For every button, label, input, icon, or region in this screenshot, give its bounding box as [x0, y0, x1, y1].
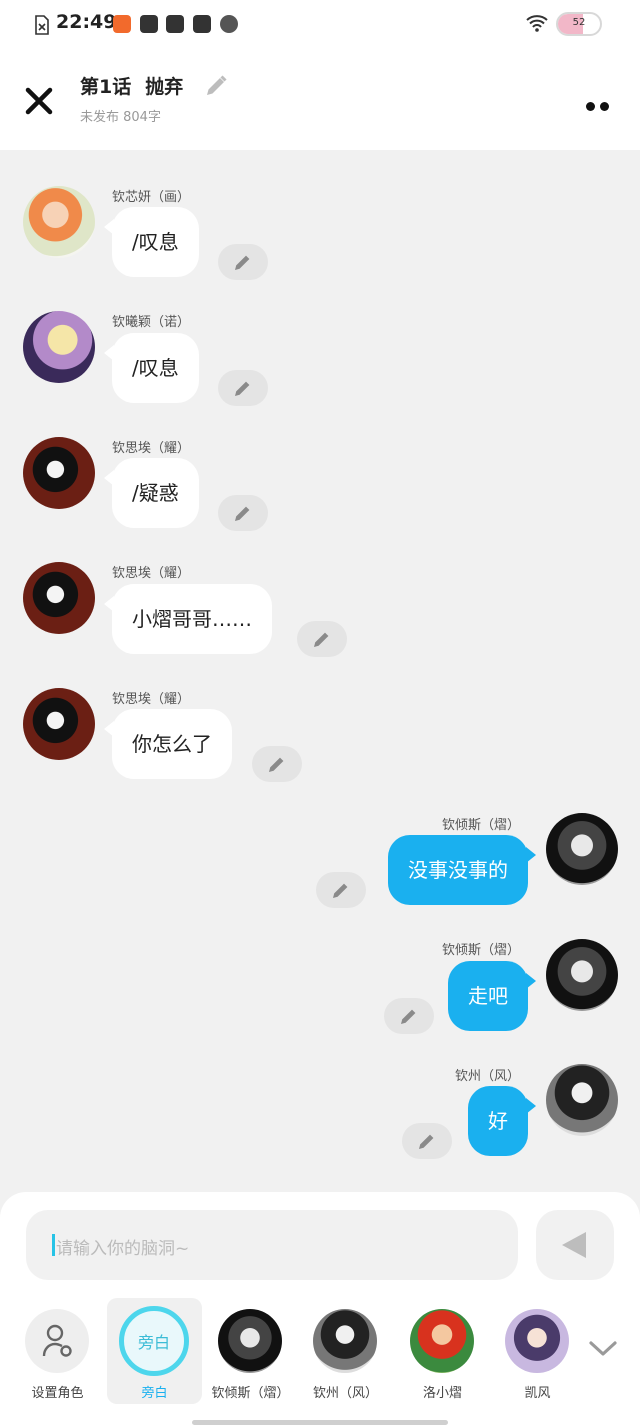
message-bubble[interactable]: /叹息	[104, 333, 199, 403]
speaker-name: 钦芯妍（画）	[112, 190, 191, 205]
role-avatar	[410, 1309, 474, 1373]
speaker-name: 钦州（风）	[454, 1069, 520, 1084]
wifi-icon	[526, 15, 548, 32]
role-label: 设置角色	[31, 1386, 84, 1401]
role-qinqingsi[interactable]: 钦倾斯（熠）	[203, 1298, 298, 1404]
edit-message-button[interactable]	[218, 495, 268, 531]
text-caret	[52, 1234, 55, 1256]
person-settings-icon	[42, 1324, 72, 1357]
role-avatar	[505, 1309, 569, 1373]
speaker-name: 钦倾斯（熠）	[441, 943, 520, 958]
chapter-number: 第1话	[80, 76, 132, 98]
close-icon[interactable]	[22, 84, 56, 118]
pencil-icon	[314, 632, 329, 647]
pencil-icon	[235, 506, 250, 521]
speaker-name: 钦思埃（耀）	[112, 441, 191, 456]
narration-avatar: 旁白	[119, 1306, 189, 1376]
mail-icon	[166, 15, 184, 33]
sim-icon	[35, 15, 49, 35]
role-label: 旁白	[141, 1386, 168, 1401]
speaker-name: 钦思埃（耀）	[112, 692, 191, 707]
edit-message-button[interactable]	[297, 621, 347, 657]
message-bubble[interactable]: 你怎么了	[104, 709, 232, 779]
narration-badge: 旁白	[137, 1333, 170, 1352]
role-label: 钦倾斯（熠）	[211, 1386, 290, 1401]
more-icon[interactable]	[586, 96, 614, 115]
role-avatar	[313, 1309, 377, 1373]
message-bubble[interactable]: /叹息	[104, 207, 199, 277]
message-bubble[interactable]: 好	[468, 1086, 536, 1156]
role-label: 钦州（风）	[312, 1386, 378, 1401]
app-header: 第1话 抛弃 未发布 804字	[0, 50, 640, 150]
avatar[interactable]	[546, 939, 618, 1011]
speaker-name: 钦曦颖（诺）	[112, 315, 191, 330]
message-bubble[interactable]: 没事没事的	[388, 835, 536, 905]
edit-title-icon[interactable]	[204, 74, 228, 98]
pencil-icon	[401, 1009, 416, 1024]
role-qinzhou[interactable]: 钦州（风）	[298, 1298, 393, 1404]
message-bubble[interactable]: 走吧	[448, 961, 536, 1031]
role-selector: 设置角色 旁白 旁白 钦倾斯（熠） 钦州（风） 洛小熠 凯风	[0, 1298, 640, 1408]
role-avatar	[218, 1309, 282, 1373]
speaker-name: 钦思埃（耀）	[112, 566, 191, 581]
avatar[interactable]	[23, 311, 95, 383]
pencil-icon	[333, 883, 348, 898]
story-input[interactable]: 请输入你的脑洞~	[26, 1210, 518, 1280]
pencil-icon	[235, 255, 250, 270]
send-icon	[562, 1232, 586, 1258]
avatar[interactable]	[546, 813, 618, 885]
speaker-name: 钦倾斯（熠）	[441, 818, 520, 833]
chapter-title: 第1话 抛弃	[80, 72, 183, 99]
edit-message-button[interactable]	[218, 370, 268, 406]
role-avatar	[25, 1309, 89, 1373]
message-bubble[interactable]: /疑惑	[104, 458, 199, 528]
compose-panel: 请输入你的脑洞~ 设置角色 旁白 旁白 钦倾斯（熠） 钦州（风） 洛小熠 凯风	[0, 1192, 640, 1427]
edit-message-button[interactable]	[316, 872, 366, 908]
input-placeholder: 请输入你的脑洞~	[56, 1239, 190, 1259]
avatar[interactable]	[23, 562, 95, 634]
role-label: 洛小熠	[422, 1386, 462, 1401]
status-bar: 22:49 52	[0, 0, 640, 50]
app-notification-icon	[193, 15, 211, 33]
role-narration[interactable]: 旁白 旁白	[107, 1298, 202, 1404]
pencil-icon	[269, 757, 284, 772]
home-indicator[interactable]	[192, 1420, 448, 1425]
role-kaifeng[interactable]: 凯风	[490, 1298, 585, 1404]
sound-icon	[220, 15, 238, 33]
avatar[interactable]	[23, 688, 95, 760]
pencil-icon	[419, 1134, 434, 1149]
clock: 22:49	[56, 11, 117, 33]
mail-icon	[140, 15, 158, 33]
chapter-meta: 未发布 804字	[80, 110, 161, 125]
send-button[interactable]	[536, 1210, 614, 1280]
role-label: 凯风	[524, 1386, 551, 1401]
role-setup[interactable]: 设置角色	[10, 1298, 105, 1404]
edit-message-button[interactable]	[402, 1123, 452, 1159]
edit-message-button[interactable]	[218, 244, 268, 280]
chapter-name: 抛弃	[145, 76, 184, 98]
avatar[interactable]	[23, 437, 95, 509]
battery-icon: 52	[556, 12, 602, 36]
message-bubble[interactable]: 小熠哥哥……	[104, 584, 272, 654]
avatar[interactable]	[546, 1064, 618, 1136]
edit-message-button[interactable]	[384, 998, 434, 1034]
avatar[interactable]	[23, 186, 95, 258]
chevron-down-icon[interactable]	[588, 1340, 618, 1358]
battery-level: 52	[572, 17, 586, 28]
pencil-icon	[235, 381, 250, 396]
role-luoxiaoyi[interactable]: 洛小熠	[395, 1298, 490, 1404]
app-notification-icon	[113, 15, 131, 33]
edit-message-button[interactable]	[252, 746, 302, 782]
